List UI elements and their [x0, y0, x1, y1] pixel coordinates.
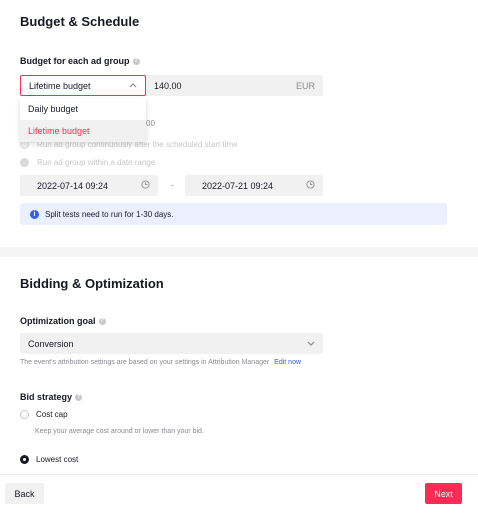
help-icon[interactable]: ?	[75, 393, 83, 401]
start-date-input[interactable]: 2022-07-14 09:24	[20, 175, 158, 196]
edit-now-link[interactable]: Edit now	[274, 359, 301, 366]
attribution-note: The event's attribution settings are bas…	[20, 359, 302, 366]
section-divider	[0, 247, 478, 257]
back-button[interactable]: Back	[5, 483, 44, 504]
help-icon[interactable]: ?	[132, 57, 140, 65]
radio-button[interactable]	[20, 158, 29, 167]
bid-option-cost-cap[interactable]: Cost cap	[20, 410, 68, 419]
budget-type-dropdown: Daily budget Lifetime budget	[20, 98, 146, 142]
dropdown-option-lifetime-budget[interactable]: Lifetime budget	[20, 120, 146, 142]
date-separator: -	[171, 180, 174, 190]
end-date-input[interactable]: 2022-07-21 09:24	[185, 175, 323, 196]
radio-button[interactable]	[20, 410, 29, 419]
info-banner: i Split tests need to run for 1-30 days.	[20, 203, 447, 225]
chevron-up-icon	[129, 81, 137, 90]
help-icon[interactable]: ?	[98, 317, 106, 325]
cost-cap-description: Keep your average cost around or lower t…	[35, 428, 204, 435]
chevron-down-icon	[307, 339, 315, 349]
clock-icon	[306, 180, 315, 191]
section-title-budget: Budget & Schedule	[20, 14, 140, 29]
budget-label: Budget for each ad group ?	[20, 56, 140, 66]
budget-schedule-fragment: 00	[146, 119, 155, 128]
radio-button[interactable]	[20, 455, 29, 464]
currency-label: EUR	[295, 80, 315, 91]
optimization-goal-label: Optimization goal ?	[20, 316, 106, 326]
budget-amount-input[interactable]: 140.00 EUR	[146, 75, 323, 96]
dropdown-option-daily-budget[interactable]: Daily budget	[20, 98, 146, 120]
optimization-goal-select[interactable]: Conversion	[20, 333, 323, 354]
bid-option-lowest-cost[interactable]: Lowest cost	[20, 455, 78, 464]
bid-strategy-label: Bid strategy ?	[20, 392, 83, 402]
next-button[interactable]: Next	[425, 483, 462, 504]
clock-icon	[141, 180, 150, 191]
schedule-option-range[interactable]: Run ad group within a date range	[20, 158, 155, 167]
budget-type-select[interactable]: Lifetime budget	[20, 75, 146, 96]
info-icon: i	[30, 209, 39, 219]
section-title-bidding: Bidding & Optimization	[20, 276, 164, 291]
footer-bar	[0, 474, 478, 513]
